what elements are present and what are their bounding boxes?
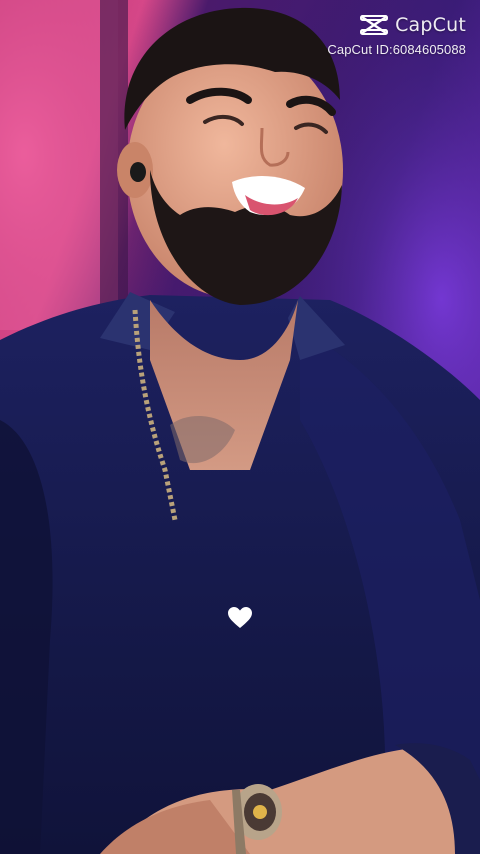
capcut-watermark: CapCut CapCut ID:6084605088 — [327, 14, 466, 57]
concert-photo — [0, 0, 480, 854]
capcut-logo-icon — [360, 15, 389, 35]
video-frame[interactable]: CapCut CapCut ID:6084605088 — [0, 0, 480, 854]
capcut-brand: CapCut — [359, 14, 466, 36]
capcut-id-text: CapCut ID:6084605088 — [327, 42, 466, 57]
white-heart-icon — [228, 607, 252, 628]
capcut-brand-name: CapCut — [395, 14, 466, 36]
